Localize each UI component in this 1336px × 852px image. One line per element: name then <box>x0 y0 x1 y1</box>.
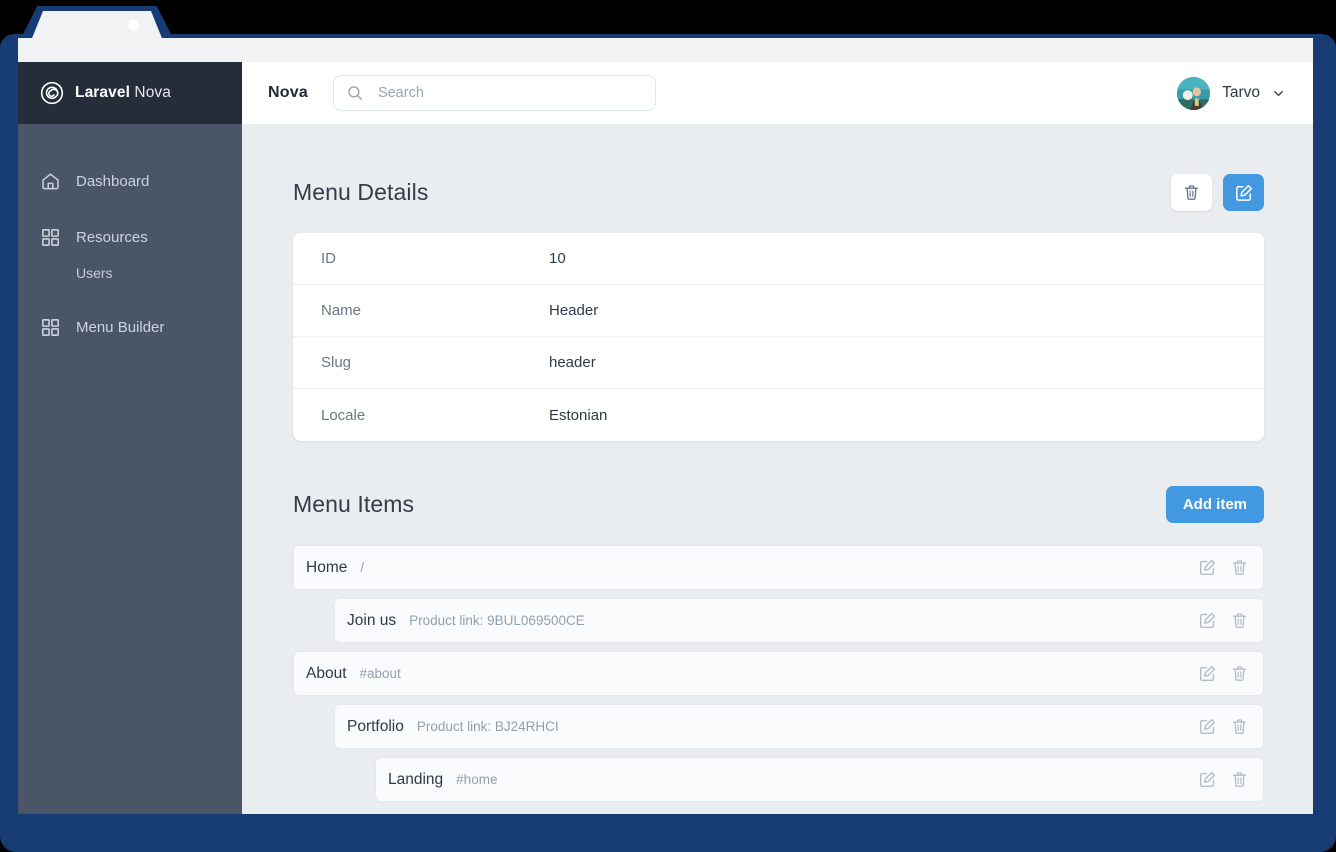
search-container <box>332 75 656 111</box>
chevron-down-icon <box>1274 90 1283 96</box>
user-menu[interactable]: Tarvo <box>1177 76 1285 110</box>
trash-icon <box>1184 185 1199 200</box>
menu-details-actions <box>1171 174 1264 211</box>
detail-row: Name Header <box>293 285 1264 337</box>
sidebar-nav: Dashboard Resources Users Menu Builder <box>18 124 242 346</box>
sidebar-item-label: Resources <box>76 228 148 246</box>
detail-value: header <box>549 354 596 371</box>
detail-label: Slug <box>321 354 352 371</box>
menu-items-header: Menu Items Add item <box>293 486 1264 523</box>
detail-label: Name <box>321 302 362 319</box>
brand-text: Laravel Nova <box>75 84 171 102</box>
menu-item-row[interactable]: Landing #home <box>375 757 1264 802</box>
edit-square-icon[interactable] <box>1198 770 1217 789</box>
add-item-button[interactable]: Add item <box>1165 486 1264 523</box>
brand-name-bold: Laravel <box>75 84 130 101</box>
edit-square-icon[interactable] <box>1198 664 1217 683</box>
menu-item-actions <box>1198 611 1249 630</box>
menu-details-card: ID 10 Name Header Slug header Locale Est… <box>293 233 1264 441</box>
page-title: Nova <box>268 84 308 101</box>
sidebar-item-users[interactable]: Users <box>18 256 242 290</box>
menu-details-header: Menu Details <box>293 174 1264 211</box>
camera-icon <box>128 20 139 31</box>
menu-item-meta: Product link: 9BUL069500CE <box>409 613 585 628</box>
trash-icon[interactable] <box>1230 717 1249 736</box>
menu-item-meta: / <box>360 560 365 575</box>
menu-item-meta: #about <box>359 666 401 681</box>
menu-item-meta: Product link: BJ24RHCI <box>416 719 559 734</box>
sidebar-item-label: Menu Builder <box>76 318 165 336</box>
edit-square-icon <box>1235 184 1252 201</box>
menu-item-title: Landing <box>388 770 444 788</box>
sidebar: Laravel Nova Dashboard Resources Users M… <box>18 62 242 814</box>
delete-menu-button[interactable] <box>1171 174 1212 211</box>
app-viewport: Laravel Nova Dashboard Resources Users M… <box>18 62 1313 814</box>
menu-item-title: Portfolio <box>347 717 404 735</box>
menu-item-title: About <box>306 664 347 682</box>
menu-item-actions <box>1198 558 1249 577</box>
trash-icon[interactable] <box>1230 611 1249 630</box>
sidebar-item-dashboard[interactable]: Dashboard <box>18 162 242 200</box>
grid-icon <box>42 228 59 246</box>
menu-item-row[interactable]: Portfolio Product link: BJ24RHCI <box>334 704 1264 749</box>
edit-square-icon[interactable] <box>1198 611 1217 630</box>
nova-spiral-icon <box>40 81 64 105</box>
trash-icon[interactable] <box>1230 770 1249 789</box>
menu-item-row[interactable]: About #about <box>293 651 1264 696</box>
menu-item-actions <box>1198 770 1249 789</box>
detail-label: ID <box>321 250 336 267</box>
menu-items-list: Home / Join us Product link: 9BUL069500C… <box>293 545 1264 802</box>
device-frame: Laravel Nova Dashboard Resources Users M… <box>0 0 1336 852</box>
menu-item-title: Home <box>306 558 348 576</box>
menu-item-title: Join us <box>347 611 397 629</box>
avatar <box>1177 76 1211 110</box>
brand-name-light: Nova <box>134 84 172 101</box>
detail-row: ID 10 <box>293 233 1264 285</box>
detail-value: Estonian <box>549 406 608 424</box>
detail-value: 10 <box>549 250 566 267</box>
grid-icon <box>42 318 59 336</box>
browser-chrome-strip <box>18 38 1313 62</box>
menu-items-title: Menu Items <box>293 491 415 517</box>
user-name: Tarvo <box>1222 84 1260 101</box>
edit-square-icon[interactable] <box>1198 558 1217 577</box>
trash-icon[interactable] <box>1230 558 1249 577</box>
trash-icon[interactable] <box>1230 664 1249 683</box>
sidebar-item-menu-builder[interactable]: Menu Builder <box>18 308 242 346</box>
sidebar-item-label: Dashboard <box>76 172 150 190</box>
brand-logo-link[interactable]: Laravel Nova <box>18 62 242 124</box>
detail-value: Header <box>549 302 599 319</box>
edit-square-icon[interactable] <box>1198 717 1217 736</box>
main-content: Menu Details ID 10 Name Header Slug head… <box>242 124 1313 814</box>
menu-item-row[interactable]: Home / <box>293 545 1264 590</box>
sidebar-item-label: Users <box>76 265 113 281</box>
menu-item-actions <box>1198 717 1249 736</box>
topbar: Nova Search Tarvo <box>242 62 1313 124</box>
menu-item-actions <box>1198 664 1249 683</box>
edit-menu-button[interactable] <box>1223 174 1264 211</box>
sidebar-item-resources[interactable]: Resources <box>18 218 242 256</box>
menu-item-row[interactable]: Join us Product link: 9BUL069500CE <box>334 598 1264 643</box>
search-input[interactable] <box>332 75 656 111</box>
menu-item-meta: #home <box>456 772 498 787</box>
home-icon <box>42 172 59 189</box>
detail-row: Slug header <box>293 337 1264 389</box>
detail-row: Locale Estonian <box>293 389 1264 441</box>
detail-label: Locale <box>321 406 366 424</box>
menu-details-title: Menu Details <box>293 179 429 205</box>
